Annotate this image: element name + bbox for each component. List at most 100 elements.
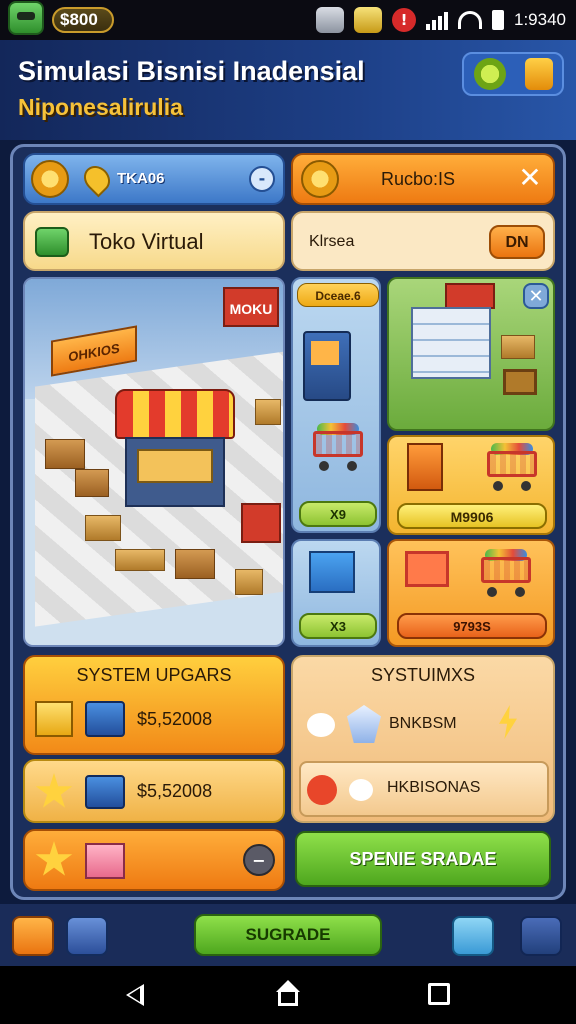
tools-icon[interactable] (452, 916, 494, 956)
info-label: Klrsea (309, 233, 355, 250)
badge-icon (354, 7, 382, 33)
box (115, 549, 165, 571)
product-tile-2[interactable]: 9793S (387, 539, 555, 647)
heart-icon (307, 713, 335, 737)
counter (241, 503, 281, 543)
battery-icon (492, 10, 504, 30)
minus-button[interactable]: − (243, 844, 275, 876)
signal-icon (426, 10, 448, 30)
alert-icon: ! (392, 8, 416, 32)
header: Simulasi Bisnisi Inadensial Niponesaliru… (0, 40, 576, 140)
gem-icon (347, 705, 381, 743)
dn-button[interactable]: DN (489, 225, 545, 259)
location-pin-icon (78, 160, 116, 198)
clock: 1:9340 (514, 10, 566, 29)
shop-preview-tile[interactable]: ✕ (387, 277, 555, 431)
home-shop-icon[interactable] (12, 916, 54, 956)
upgrade-value-1: $5,52008 (137, 709, 213, 729)
upgrade-row-2[interactable]: $5,52008 (23, 759, 285, 823)
systems-row-1: BNKBSM (389, 715, 457, 732)
robot-icon (316, 7, 344, 33)
red-gear-icon (307, 775, 337, 805)
bolt-icon (499, 705, 517, 739)
lightbulb-icon[interactable] (473, 58, 506, 90)
top-right-label: Rucbo:IS (381, 169, 456, 189)
heart-icon (349, 779, 373, 801)
price-text: 9793S (453, 619, 491, 634)
system-status-icons: ! 1:9340 (316, 0, 566, 40)
shop-shelf (411, 307, 491, 379)
item-badge-text: X3 (330, 619, 346, 634)
systems-panel: SYSTUIMXS BNKBSM HKBISONAS (291, 655, 555, 823)
blue-chest-icon (85, 775, 125, 809)
small-tile-label: Dceae.6 (297, 283, 379, 307)
top-left-label: TKA06 (117, 170, 165, 187)
item-badge-x3[interactable]: X3 (299, 613, 377, 639)
blue-chest-icon (85, 701, 125, 737)
grid-menu-icon[interactable] (520, 916, 562, 956)
cart-icon (475, 549, 535, 597)
top-right-panel: Rucbo:IS ✕ (291, 153, 555, 205)
robot-avatar-icon[interactable] (8, 1, 44, 35)
store-panel[interactable]: Toko Virtual (23, 211, 285, 271)
box (255, 399, 281, 425)
box (501, 335, 535, 359)
menu-icon[interactable] (66, 916, 108, 956)
blue-crate (309, 551, 355, 593)
info-button[interactable]: - (249, 166, 275, 192)
systems-title: SYSTUIMXS (370, 665, 476, 685)
gold-box-icon (35, 701, 73, 737)
crate (75, 469, 109, 497)
coin-amount: $800 (60, 10, 98, 29)
store-scene[interactable]: MOKU OHKIOS (23, 277, 285, 647)
item-badge-x9[interactable]: X9 (299, 501, 377, 527)
upgrade-row-3[interactable]: − (23, 829, 285, 891)
cart-icon (307, 423, 367, 471)
crate (175, 549, 215, 579)
kiosk-window (137, 449, 213, 483)
close-icon[interactable]: ✕ (513, 162, 547, 196)
info-panel: Klrsea DN (291, 211, 555, 271)
systems-row-2: HKBISONAS (387, 779, 481, 796)
shop-sign: MOKU (223, 287, 279, 327)
page-title: Simulasi Bisnisi Inadensial (18, 56, 365, 86)
recent-apps-icon[interactable] (428, 983, 450, 1005)
small-cart (503, 369, 537, 395)
status-bar: $800 ! 1:9340 (0, 0, 576, 40)
wifi-icon (458, 11, 482, 29)
systems-row-2-bg[interactable]: HKBISONAS (299, 761, 549, 817)
red-cart (405, 551, 449, 587)
system-upgrades-panel: SYSTEM UPGARS $5,52008 (23, 655, 285, 755)
main-frame: TKA06 - Rucbo:IS ✕ Toko Virtual Klrsea D… (10, 144, 566, 900)
cash-icon (35, 227, 69, 257)
product-tile-1[interactable]: M9906 (387, 435, 555, 535)
gift-box-icon (85, 843, 125, 879)
header-actions (462, 52, 564, 96)
back-icon[interactable] (126, 984, 144, 1006)
speaker-icon[interactable] (524, 58, 553, 90)
crate (45, 439, 85, 469)
page-subtitle: Niponesalirulia (18, 94, 183, 120)
kiosk-awning (115, 389, 235, 439)
product-price-2[interactable]: 9793S (397, 613, 547, 639)
bottom-upgrade-button[interactable]: SUGRADE (194, 914, 382, 956)
upgrade-button[interactable]: SPENIE SRADAE (295, 831, 551, 887)
top-left-panel[interactable]: TKA06 - (23, 153, 285, 205)
product-price-1[interactable]: M9906 (397, 503, 547, 529)
arcade-machine (407, 443, 443, 491)
star-icon (35, 773, 73, 808)
storage-tile[interactable]: X3 (291, 539, 381, 647)
store-name: Toko Virtual (89, 229, 204, 254)
cart-icon (481, 443, 541, 491)
system-nav-bar (0, 966, 576, 1024)
coin-balance: $800 (52, 7, 114, 33)
star-icon (35, 841, 73, 876)
vending-screen (311, 341, 339, 365)
home-icon[interactable] (274, 980, 302, 1008)
coin-icon (301, 160, 339, 198)
gear-icon (31, 160, 69, 198)
machine-tile[interactable]: Dceae.6 X9 (291, 277, 381, 533)
system-upgrades-title: SYSTEM UPGARS (76, 665, 232, 685)
close-icon[interactable]: ✕ (523, 283, 549, 309)
box (85, 515, 121, 541)
